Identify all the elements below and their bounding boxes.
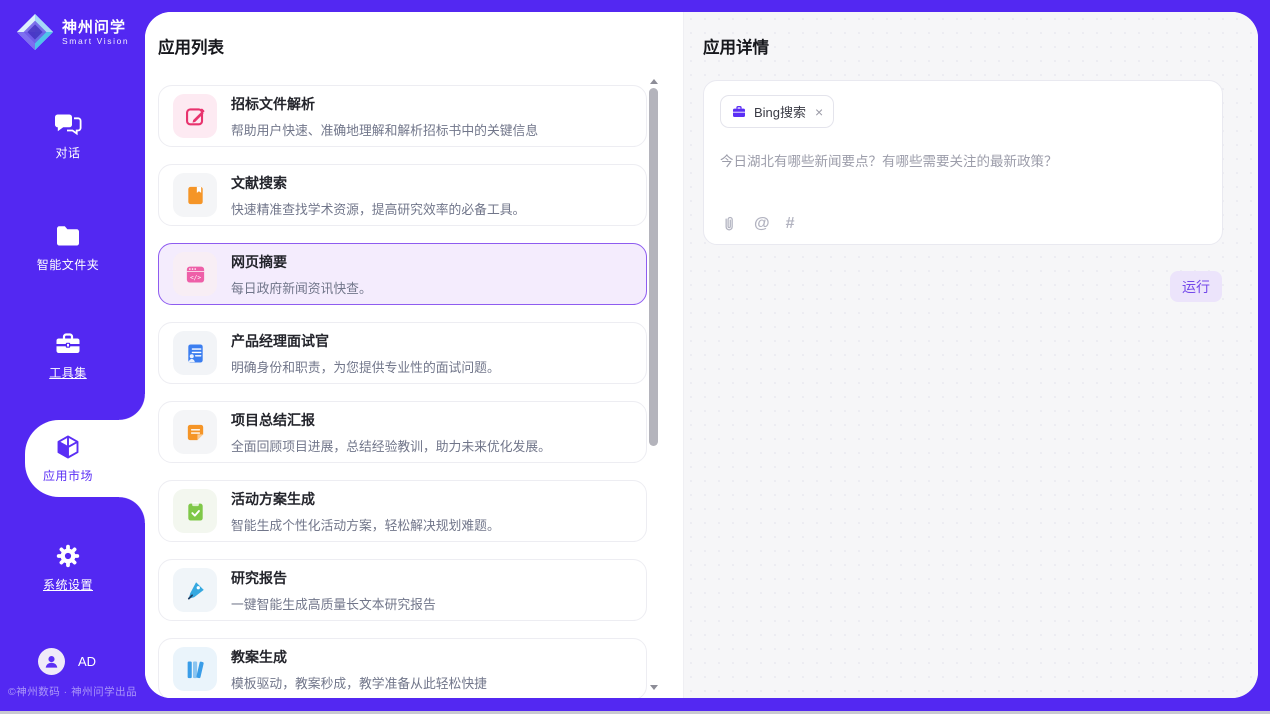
books-icon	[173, 647, 217, 691]
user-account[interactable]: AD	[38, 648, 96, 675]
toolbox-icon	[54, 330, 82, 358]
app-name: 文献搜索	[231, 173, 525, 193]
tool-chip-bing-search[interactable]: Bing搜索 ×	[720, 95, 834, 128]
app-desc: 全面回顾项目进展，总结经验教训，助力未来优化发展。	[231, 436, 551, 455]
sidebar-item-label: 工具集	[49, 364, 87, 381]
gear-icon	[54, 542, 82, 570]
sidebar: 神州问学 Smart Vision 对话 智能文件夹 工具集 应用市场 系统设置…	[0, 0, 145, 714]
app-name: 活动方案生成	[231, 489, 500, 509]
app-name: 网页摘要	[231, 252, 372, 272]
clipboard-check-icon	[173, 489, 217, 533]
sidebar-item-system-settings[interactable]: 系统设置	[0, 542, 136, 593]
brand-tagline: Smart Vision	[62, 36, 129, 46]
sticky-note-icon	[173, 410, 217, 454]
cube-icon	[54, 433, 82, 461]
brand-logo: 神州问学 Smart Vision	[16, 13, 129, 51]
mention-icon[interactable]: @	[754, 215, 770, 233]
prompt-card[interactable]: Bing搜索 × 今日湖北有哪些新闻要点？有哪些需要关注的最新政策？ @ #	[703, 80, 1223, 245]
app-desc: 帮助用户快速、准确地理解和解析招标书中的关键信息	[231, 120, 538, 139]
prompt-input[interactable]: 今日湖北有哪些新闻要点？有哪些需要关注的最新政策？	[720, 150, 1206, 170]
sidebar-item-label: 智能文件夹	[37, 256, 100, 273]
copyright-text: ©神州数码 · 神州问学出品	[8, 684, 137, 699]
user-initials: AD	[78, 654, 96, 669]
list-item[interactable]: 产品经理面试官 明确身份和职责，为您提供专业性的面试问题。	[158, 322, 647, 384]
briefcase-icon	[731, 104, 747, 120]
sidebar-item-chat[interactable]: 对话	[0, 110, 136, 161]
chat-icon	[54, 110, 82, 138]
app-desc: 快速精准查找学术资源，提高研究效率的必备工具。	[231, 199, 525, 218]
list-item[interactable]: 文献搜索 快速精准查找学术资源，提高研究效率的必备工具。	[158, 164, 647, 226]
brand-name: 神州问学	[62, 19, 129, 36]
sidebar-item-label: 应用市场	[43, 467, 93, 484]
browser-code-icon: </>	[173, 252, 217, 296]
folder-icon	[54, 222, 82, 250]
sidebar-item-app-market[interactable]: 应用市场	[0, 433, 136, 484]
app-desc: 一键智能生成高质量长文本研究报告	[231, 594, 436, 613]
person-icon	[43, 653, 60, 670]
hash-icon[interactable]: #	[786, 215, 795, 233]
app-list: 招标文件解析 帮助用户快速、准确地理解和解析招标书中的关键信息 文献搜索 快速精…	[158, 83, 647, 698]
main-content: 应用列表 招标文件解析 帮助用户快速、准确地理解和解析招标书中的关键信息 文献搜…	[145, 12, 1258, 698]
app-name: 产品经理面试官	[231, 331, 500, 351]
list-item[interactable]: 招标文件解析 帮助用户快速、准确地理解和解析招标书中的关键信息	[158, 85, 647, 147]
scrollbar[interactable]	[648, 76, 659, 692]
close-icon[interactable]: ×	[815, 105, 823, 119]
app-name: 教案生成	[231, 647, 487, 667]
app-name: 研究报告	[231, 568, 436, 588]
app-desc: 明确身份和职责，为您提供专业性的面试问题。	[231, 357, 500, 376]
list-item[interactable]: 活动方案生成 智能生成个性化活动方案，轻松解决规划难题。	[158, 480, 647, 542]
sidebar-item-label: 系统设置	[43, 576, 93, 593]
pen-square-icon	[173, 94, 217, 138]
book-icon	[173, 173, 217, 217]
app-desc: 每日政府新闻资讯快查。	[231, 278, 372, 297]
app-list-title: 应用列表	[158, 34, 224, 58]
app-detail-title: 应用详情	[703, 34, 769, 58]
scroll-up-arrow[interactable]	[648, 76, 659, 86]
tool-chip-label: Bing搜索	[754, 102, 806, 121]
sidebar-item-smart-folders[interactable]: 智能文件夹	[0, 222, 136, 273]
scroll-down-arrow[interactable]	[648, 682, 659, 692]
list-item[interactable]: 教案生成 模板驱动，教案秒成，教学准备从此轻松快捷	[158, 638, 647, 698]
attachment-toolbar: @ #	[720, 215, 795, 233]
interview-doc-icon	[173, 331, 217, 375]
sidebar-item-label: 对话	[55, 144, 80, 161]
avatar	[38, 648, 65, 675]
list-item[interactable]: </> 网页摘要 每日政府新闻资讯快查。	[158, 243, 647, 305]
app-desc: 模板驱动，教案秒成，教学准备从此轻松快捷	[231, 673, 487, 692]
sidebar-item-toolkit[interactable]: 工具集	[0, 330, 136, 381]
app-name: 项目总结汇报	[231, 410, 551, 430]
scrollbar-thumb[interactable]	[649, 88, 658, 446]
list-item[interactable]: 研究报告 一键智能生成高质量长文本研究报告	[158, 559, 647, 621]
gem-logo-icon	[16, 13, 54, 51]
ink-pen-icon	[173, 568, 217, 612]
app-detail-panel: 应用详情 Bing搜索 × 今日湖北有哪些新闻要点？有哪些需要关注的最新政策？ …	[683, 12, 1258, 698]
run-button[interactable]: 运行	[1170, 271, 1222, 302]
paperclip-icon[interactable]	[720, 215, 738, 233]
app-desc: 智能生成个性化活动方案，轻松解决规划难题。	[231, 515, 500, 534]
list-item[interactable]: 项目总结汇报 全面回顾项目进展，总结经验教训，助力未来优化发展。	[158, 401, 647, 463]
svg-text:</>: </>	[189, 274, 200, 281]
app-name: 招标文件解析	[231, 94, 538, 114]
app-list-panel: 应用列表 招标文件解析 帮助用户快速、准确地理解和解析招标书中的关键信息 文献搜…	[145, 12, 683, 698]
